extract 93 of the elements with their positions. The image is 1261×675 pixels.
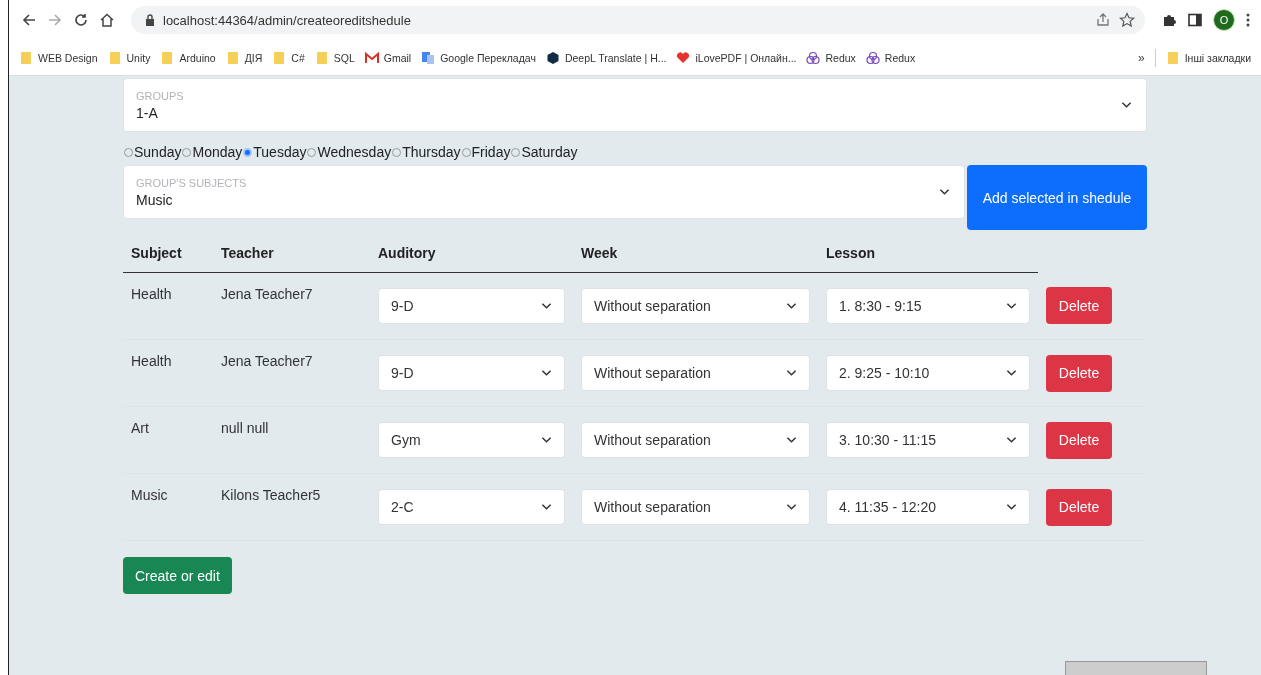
day-radio[interactable]: Friday [460,144,511,160]
lesson-select[interactable]: 2. 9:25 - 10:10 [826,355,1030,391]
back-icon[interactable] [21,12,37,28]
bookmark[interactable]: SQL [314,50,355,65]
groups-select[interactable]: GROUPS 1-A [123,78,1147,132]
auditory-select[interactable]: 2-C [378,489,565,525]
sidebar-icon[interactable] [1187,12,1203,28]
star-icon[interactable] [1119,12,1135,28]
lesson-select[interactable]: 4. 11:35 - 12:20 [826,489,1030,525]
column-header: Week [581,245,618,261]
profile-avatar[interactable]: O [1213,9,1235,31]
bookmark[interactable]: iLovePDF | Онлайн... [676,50,797,65]
bookmark[interactable]: Інші закладки [1165,50,1251,65]
bookmark[interactable]: ДІЯ [225,50,263,65]
chevron-icon [786,436,797,444]
chevron-icon [1006,369,1017,377]
bookmark[interactable]: Arduino [160,50,216,65]
week-select[interactable]: Without separation [581,489,810,525]
column-header: Subject [131,245,182,261]
table-cell: Health [131,353,172,369]
chevron-icon [786,369,797,377]
day-radio[interactable]: Saturday [510,144,578,160]
create-button[interactable]: Create or edit [123,557,232,594]
menu-icon[interactable] [1245,12,1251,28]
folder-icon [272,50,287,65]
bookmark[interactable]: Unity [107,50,151,65]
url-text: localhost:44364/admin/createoreditshedule [163,12,411,28]
radio-circle[interactable] [243,147,253,157]
folder-icon [160,50,175,65]
folder-icon [107,50,122,65]
bookmark[interactable]: Gmail [364,50,412,65]
chevron-icon [786,503,797,511]
share-icon[interactable] [1095,12,1111,28]
more-bookmarks[interactable]: » [1138,50,1145,65]
delete-button[interactable]: Delete [1046,354,1112,392]
table-cell: Kilons Teacher5 [221,487,321,503]
folder-icon [314,50,329,65]
chevron-icon [541,436,552,444]
delete-button[interactable]: Delete [1046,287,1112,325]
chevron-icon [939,188,950,196]
home-icon[interactable] [99,12,115,28]
chevron-icon [1121,101,1132,109]
heart-icon [676,50,691,65]
chevron-icon [786,302,797,310]
day-radio[interactable]: Tuesday [242,144,307,160]
envelope-icon [364,50,379,65]
week-select[interactable]: Without separation [581,288,810,324]
bookmark[interactable]: WEB Design [19,50,98,65]
table-cell: Music [131,487,168,503]
puzzle-icon[interactable] [1161,12,1177,28]
day-radio[interactable]: Wednesday [306,144,392,160]
subjects-select[interactable]: GROUP'S SUBJECTS Music [123,165,965,219]
reload-icon[interactable] [73,12,89,28]
week-select[interactable]: Without separation [581,355,810,391]
address-bar[interactable]: localhost:44364/admin/createoreditshedule [131,6,1145,34]
chevron-icon [541,369,552,377]
lesson-select[interactable]: 1. 8:30 - 9:15 [826,288,1030,324]
table-cell: null null [221,420,269,436]
table-cell: Art [131,420,149,436]
folder-icon [225,50,240,65]
bookmark[interactable]: C# [272,50,305,65]
bookmark[interactable]: Google Перекладач [421,50,536,65]
folder-icon [19,50,33,65]
table-cell: Health [131,286,172,302]
bookmark[interactable]: Redux [806,50,856,65]
hexagon-icon [545,50,560,65]
chevron-icon [541,302,552,310]
day-radio[interactable]: Monday [181,144,243,160]
chevron-icon [1006,302,1017,310]
folder-icon [1165,50,1180,65]
day-radio[interactable]: Sunday [123,144,182,160]
delete-button[interactable]: Delete [1046,488,1112,526]
chevron-icon [1006,436,1017,444]
table-cell: Jena Teacher7 [221,353,313,369]
bookmark[interactable]: Redux [865,50,916,65]
chevron-icon [541,503,552,511]
day-radio[interactable]: Thursday [391,144,461,160]
week-select[interactable]: Without separation [581,422,810,458]
translate-icon [421,50,436,65]
lock-icon [145,14,155,26]
auditory-select[interactable]: Gym [378,422,565,458]
column-header: Teacher [221,245,274,261]
add-button[interactable]: Add selected in shedule [967,165,1147,230]
chevron-icon [1006,503,1017,511]
column-header: Lesson [826,245,875,261]
bookmark[interactable]: DeepL Translate | H... [545,50,667,65]
table-cell: Jena Teacher7 [221,286,313,302]
auditory-select[interactable]: 9-D [378,288,565,324]
forward-icon[interactable] [47,12,63,28]
auditory-select[interactable]: 9-D [378,355,565,391]
column-header: Auditory [378,245,436,261]
lesson-select[interactable]: 3. 10:30 - 11:15 [826,422,1030,458]
delete-button[interactable]: Delete [1046,421,1112,459]
